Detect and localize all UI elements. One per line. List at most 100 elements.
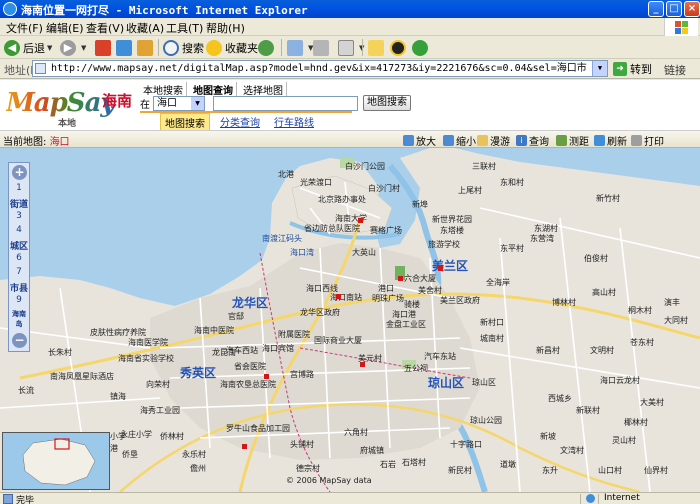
current-map: 当前地图: 海口 — [3, 133, 70, 148]
zoom-slider[interactable]: + 1 街道 3 4 城区 6 7 市县 9 海南岛 − — [8, 162, 30, 352]
place-label: 新世界花园 — [432, 215, 472, 224]
place-label: 东塔楼 — [440, 226, 464, 235]
address-input[interactable]: http://www.mapsay.net/digitalMap.asp?mod… — [32, 60, 608, 77]
zoom-in-tool[interactable]: 放大 — [403, 133, 436, 148]
place-label: 六角村 — [344, 428, 368, 437]
chevron-down-icon[interactable]: ▼ — [592, 61, 607, 76]
stop-button[interactable] — [95, 39, 114, 57]
zoom-out-tool[interactable]: 缩小 — [443, 133, 476, 148]
globe-icon — [586, 494, 595, 503]
windows-flag-icon — [664, 18, 698, 36]
map-toolbar: 当前地图: 海口 放大 缩小 漫游 i 查询 测距 刷新 打印 — [0, 130, 700, 148]
poi-marker[interactable] — [438, 266, 443, 271]
poi-marker[interactable] — [358, 218, 363, 223]
print-tool[interactable]: 打印 — [631, 133, 664, 148]
menu-favorites[interactable]: 收藏(A) — [126, 20, 164, 36]
place-label: 海南省实验学校 — [118, 354, 174, 363]
place-label: 光荣渡口 — [300, 178, 332, 187]
mapsay-logo[interactable]: MapSay 海南 本地 — [6, 86, 136, 129]
place-label: 桐木村 — [628, 306, 652, 315]
zoom-out-button[interactable]: − — [12, 333, 27, 348]
back-button[interactable]: ◀ 后退 ▼ — [4, 39, 52, 57]
place-label: 新联村 — [576, 406, 600, 415]
place-label: 东营湾 — [530, 234, 554, 243]
poi-marker[interactable] — [360, 362, 365, 367]
place-label: 新埠 — [412, 200, 428, 209]
forward-button[interactable]: ▶ ▼ — [60, 39, 86, 57]
menu-edit[interactable]: 编辑(E) — [46, 20, 84, 36]
edit-button[interactable]: ▼ — [338, 39, 364, 57]
poi-marker[interactable] — [398, 276, 403, 281]
search-label: 搜索 — [182, 42, 204, 55]
poi-marker[interactable] — [336, 294, 341, 299]
place-label: 省边防总队医院 — [304, 224, 360, 233]
zoom-level[interactable]: 海南岛 — [9, 309, 29, 329]
menu-tools[interactable]: 工具(T) — [166, 20, 203, 36]
zoom-level[interactable]: 3 — [9, 211, 29, 221]
zoom-in-label: 放大 — [416, 137, 436, 148]
zoom-level[interactable]: 9 — [9, 295, 29, 305]
zoom-level[interactable]: 4 — [9, 225, 29, 235]
zoom-level[interactable]: 街道 — [9, 197, 29, 210]
qq-button[interactable] — [390, 39, 409, 57]
place-label: 高山村 — [592, 288, 616, 297]
close-button[interactable]: × — [684, 1, 700, 17]
overview-map[interactable] — [2, 432, 110, 490]
links-button[interactable]: 链接 — [664, 62, 686, 78]
place-label: 东升 — [542, 466, 558, 475]
place-label: 海南农垦总医院 — [220, 380, 276, 389]
place-label: 南渡江码头 — [262, 234, 302, 243]
folder-button[interactable] — [368, 39, 387, 57]
place-label: 金盘工业区 — [386, 320, 426, 329]
place-label: 德宗村 — [296, 464, 320, 473]
poi-marker[interactable] — [242, 444, 247, 449]
zoom-level[interactable]: 1 — [9, 183, 29, 193]
map-search-button[interactable]: 地图搜索 — [363, 95, 411, 111]
menu-view[interactable]: 查看(V) — [86, 20, 124, 36]
city-select[interactable]: 海口 ▼ — [153, 95, 205, 111]
search-button[interactable]: 搜索 — [163, 39, 204, 57]
address-bar: 地址(D) http://www.mapsay.net/digitalMap.a… — [0, 59, 700, 79]
place-label: 文湾村 — [560, 446, 584, 455]
print-button[interactable] — [313, 39, 332, 57]
menu-help[interactable]: 帮助(H) — [206, 20, 245, 36]
zoom-in-button[interactable]: + — [12, 165, 27, 180]
favorites-button[interactable]: 收藏夹 — [206, 39, 258, 57]
keyword-input[interactable] — [213, 95, 358, 111]
home-button[interactable] — [137, 39, 156, 57]
page-header: MapSay 海南 本地 本地搜索 地图查询 选择地图 在 海口 ▼ 地图搜索 … — [0, 80, 700, 132]
place-label: 官邸 — [228, 312, 244, 321]
mail-button[interactable]: ▼ — [287, 39, 313, 57]
place-label: 龙华区政府 — [300, 308, 340, 317]
menu-bar: 文件(F) 编辑(E) 查看(V) 收藏(A) 工具(T) 帮助(H) — [0, 18, 700, 36]
measure-tool[interactable]: 测距 — [556, 133, 589, 148]
place-label: 赛格广场 — [370, 226, 402, 235]
place-label: 大英山 — [352, 248, 376, 257]
place-label: 白沙门公园 — [345, 162, 385, 171]
place-label: 皮肤性病疗养院 — [90, 328, 146, 337]
zoom-level[interactable]: 6 — [9, 253, 29, 263]
place-label: 演丰 — [664, 298, 680, 307]
zoom-level[interactable]: 市县 — [9, 281, 29, 294]
maximize-button[interactable]: □ — [666, 1, 682, 17]
refresh-tool[interactable]: 刷新 — [594, 133, 627, 148]
copyright-text: © 2006 MapSay data — [286, 476, 372, 485]
place-label: 大美村 — [640, 398, 664, 407]
place-label: 城南村 — [480, 334, 504, 343]
favorites-label: 收藏夹 — [225, 42, 258, 55]
messenger-button[interactable] — [412, 39, 431, 57]
pan-tool[interactable]: 漫游 — [477, 133, 510, 148]
edit-page-icon — [338, 40, 354, 56]
place-label: 伯俊村 — [584, 254, 608, 263]
menu-file[interactable]: 文件(F) — [6, 20, 43, 36]
poi-marker[interactable] — [264, 374, 269, 379]
zoom-level[interactable]: 城区 — [9, 239, 29, 252]
query-tool[interactable]: i 查询 — [516, 133, 549, 148]
go-button[interactable]: ➜ 转到 — [613, 61, 652, 77]
history-button[interactable] — [258, 39, 277, 57]
place-label: 南海凤凰星际酒店 — [50, 372, 114, 381]
map-canvas[interactable]: 龙华区 美兰区 秀英区 琼山区 白沙门公园 北港 光荣渡口 白沙门村 三联村 上… — [0, 148, 700, 492]
refresh-button[interactable] — [116, 39, 135, 57]
zoom-level[interactable]: 7 — [9, 267, 29, 277]
minimize-button[interactable]: _ — [648, 1, 664, 17]
